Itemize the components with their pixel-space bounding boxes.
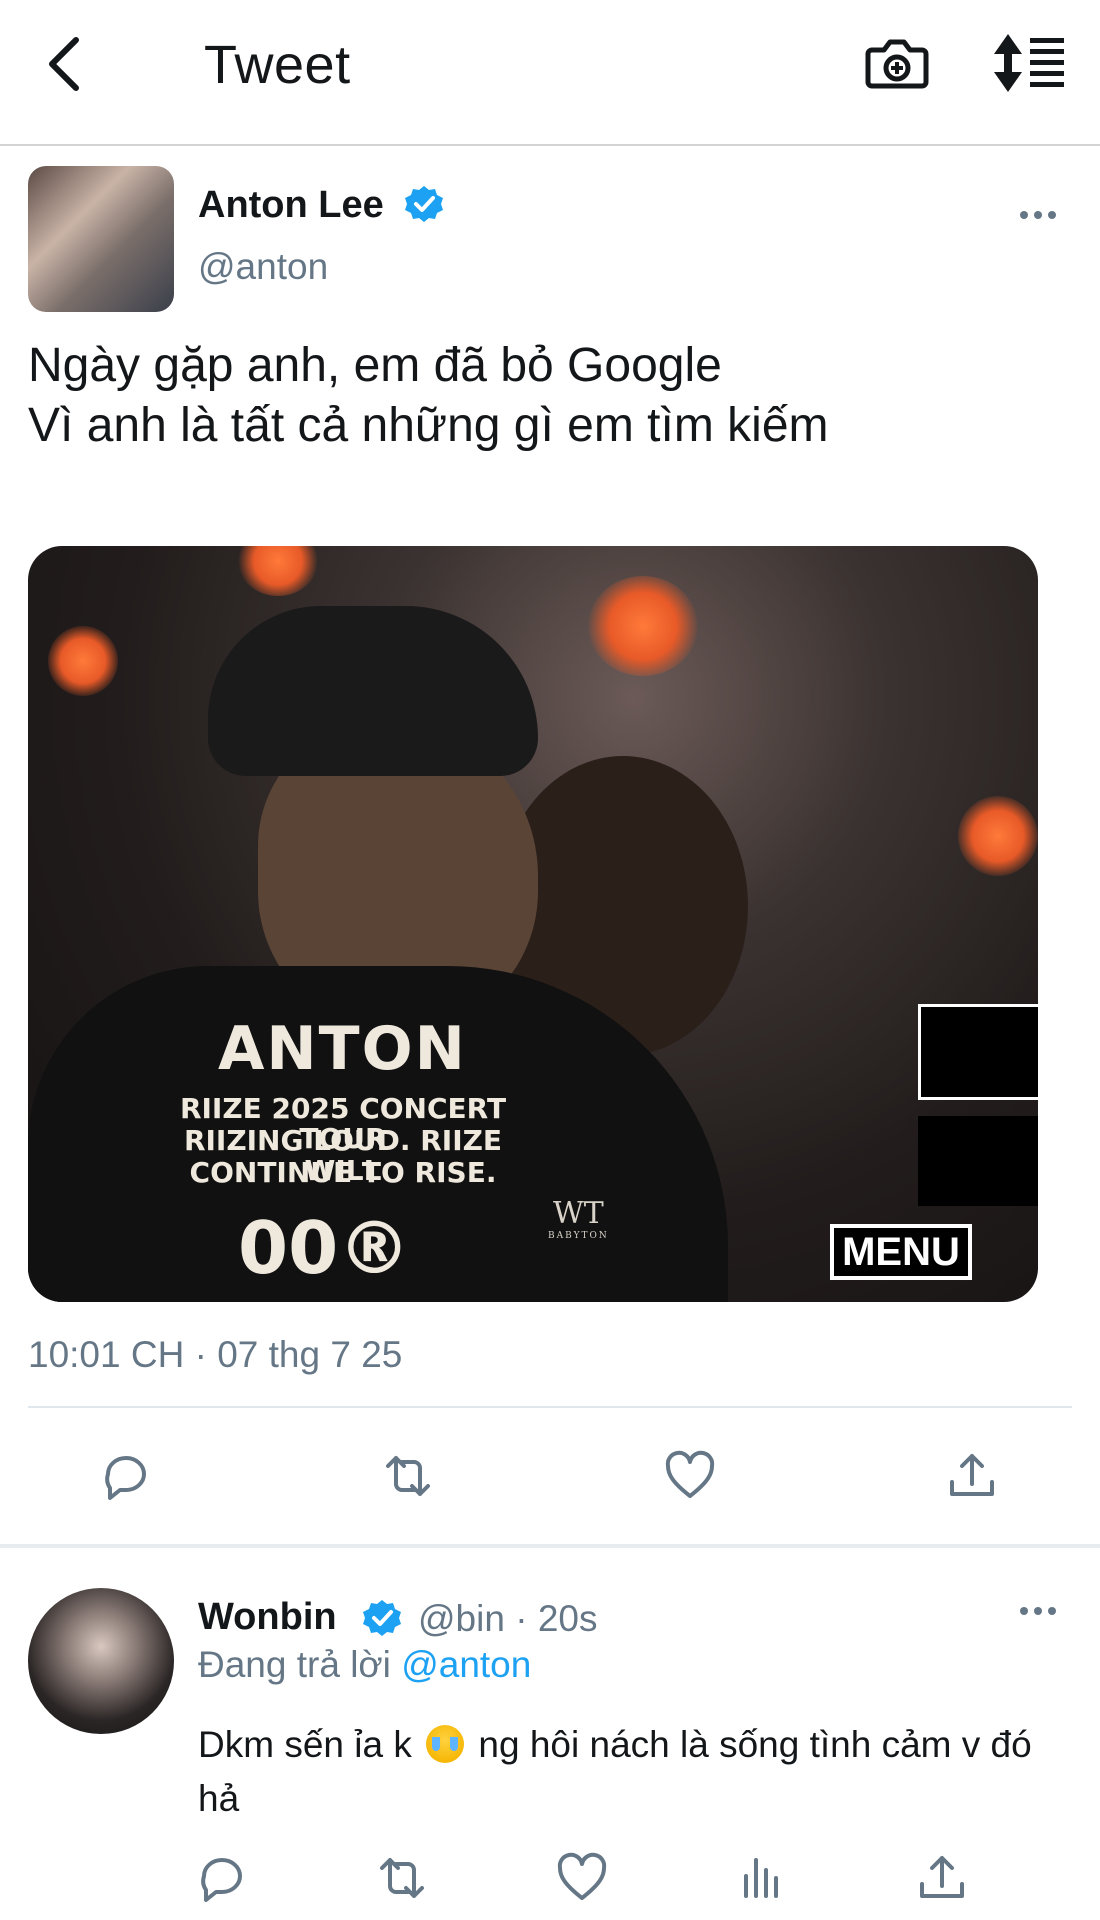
share-icon (950, 1454, 994, 1496)
overlay-menu-label: MENU (830, 1224, 972, 1280)
shirt-number-text: 00® (238, 1206, 411, 1290)
sort-lines-icon (994, 34, 1064, 92)
section-divider (0, 1544, 1100, 1548)
retweet-icon (380, 1858, 424, 1898)
tweet-text: Ngày gặp anh, em đã bỏ Google Vì anh là … (28, 336, 829, 456)
reply-handle-time: @bin · 20s (418, 1598, 598, 1639)
watermark-text: WT (552, 1196, 604, 1231)
dot-icon (1020, 1607, 1028, 1615)
reply-retweet-button[interactable] (372, 1848, 432, 1908)
dot-icon (1048, 1607, 1056, 1615)
dot-icon (1034, 211, 1042, 219)
like-button[interactable] (660, 1446, 720, 1506)
page-title: Tweet (204, 35, 351, 95)
top-bar: Tweet (0, 0, 1100, 146)
overlay-icons-box (918, 1116, 1038, 1206)
bokeh-light (238, 546, 318, 596)
bokeh-light (48, 626, 118, 696)
reply-author-name[interactable]: Wonbin (198, 1596, 337, 1639)
overlay-screen-box (918, 1004, 1038, 1100)
verified-badge-icon (405, 186, 443, 222)
shirt-name-text: ANTON (218, 1014, 467, 1084)
watermark: WT BABYTON (548, 1196, 609, 1241)
mention-link[interactable]: @anton (401, 1644, 531, 1685)
share-button[interactable] (942, 1446, 1002, 1506)
chevron-left-icon (49, 37, 79, 91)
sort-button[interactable] (992, 30, 1066, 96)
author-handle[interactable]: @anton (198, 246, 328, 288)
tweet-text-line: Vì anh là tất cả những gì em tìm kiếm (28, 399, 829, 452)
reply-share-button[interactable] (912, 1848, 972, 1908)
analytics-icon (744, 1858, 778, 1898)
photo-figure (208, 606, 538, 776)
camera-plus-icon (865, 39, 929, 89)
tweet-timestamp: 10:01 CH · 07 thg 7 25 (28, 1334, 403, 1375)
dot-icon (1020, 211, 1028, 219)
reply-button[interactable] (96, 1446, 156, 1506)
retweet-icon (386, 1456, 430, 1496)
reply-like-button[interactable] (552, 1848, 612, 1908)
reply-icon (201, 1858, 242, 1902)
reply-icon (105, 1456, 146, 1500)
like-icon (557, 1852, 607, 1900)
share-icon (920, 1856, 964, 1898)
bokeh-light (958, 796, 1038, 876)
verified-badge-icon (363, 1600, 401, 1636)
tweet-text-line: Ngày gặp anh, em đã bỏ Google (28, 339, 722, 392)
dot-icon (1034, 1607, 1042, 1615)
dot-icon (1048, 211, 1056, 219)
watermark-subtext: BABYTON (548, 1231, 609, 1241)
replying-to-label: Đang trả lời (198, 1644, 391, 1685)
retweet-button[interactable] (378, 1446, 438, 1506)
reply-analytics-button[interactable] (732, 1848, 792, 1908)
reply-text: Dkm sến ỉa k ng hôi nách là sống tình cả… (198, 1718, 1058, 1826)
author-name[interactable]: Anton Lee (198, 184, 384, 227)
bokeh-light (588, 576, 698, 676)
more-options-button[interactable] (1020, 200, 1056, 230)
reply-more-options-button[interactable] (1020, 1596, 1056, 1626)
author-avatar[interactable] (28, 166, 174, 312)
reply-text-part: Dkm sến ỉa k (198, 1724, 412, 1765)
reply-reply-button[interactable] (192, 1848, 252, 1908)
replying-to-line: Đang trả lời @anton (198, 1644, 531, 1686)
back-button[interactable] (36, 28, 92, 100)
loudly-crying-face-icon (426, 1725, 465, 1763)
reply-author-avatar[interactable] (28, 1588, 174, 1734)
divider (28, 1406, 1072, 1408)
like-icon (665, 1450, 715, 1498)
shirt-line-text: CONTINUE TO RISE. (189, 1156, 497, 1189)
tweet-media-image[interactable]: ANTON RIIZE 2025 CONCERT TOUR RIIZING LO… (28, 546, 1038, 1302)
camera-button[interactable] (864, 30, 930, 96)
